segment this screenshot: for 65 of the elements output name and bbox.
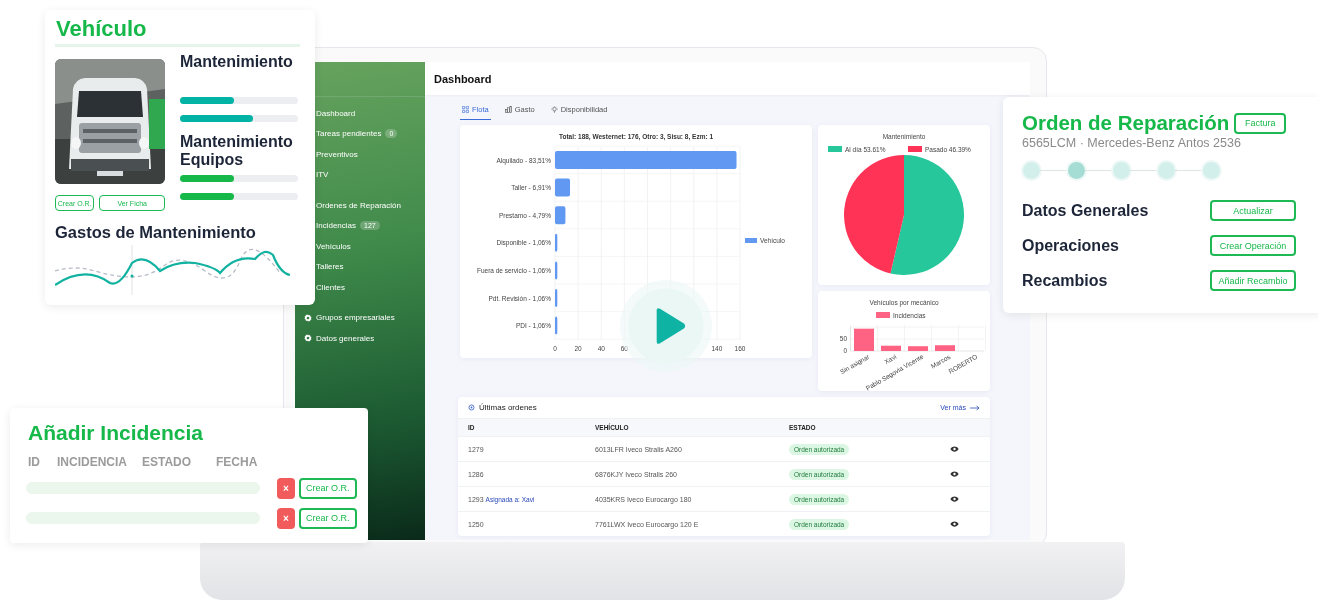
card-title: Vehículo <box>55 16 148 42</box>
sidebar-item[interactable]: Preventivos <box>316 149 358 159</box>
bar <box>555 233 558 252</box>
legend-swatch <box>876 312 890 318</box>
bar <box>881 345 901 351</box>
eye-icon[interactable] <box>950 446 959 452</box>
step-dot[interactable] <box>1023 162 1040 179</box>
bar <box>555 206 566 225</box>
step-dot[interactable] <box>1068 162 1085 179</box>
column-header: FECHA <box>216 455 258 469</box>
column-header: ESTADO <box>142 455 193 469</box>
eye-icon[interactable] <box>950 471 959 477</box>
legend-swatch <box>828 146 842 152</box>
bar <box>555 261 558 280</box>
lightbulb-icon <box>550 105 558 113</box>
legend-swatch <box>745 238 757 243</box>
outline-button[interactable]: Actualizar <box>1210 200 1296 221</box>
table-title: Últimas ordenes <box>479 403 538 412</box>
column-header: ID <box>28 455 41 469</box>
sidebar-item[interactable]: Ordenes de Reparación <box>316 200 401 210</box>
card-title: Orden de Reparación <box>1022 111 1230 135</box>
section-heading: Datos Generales <box>1022 201 1149 220</box>
sidebar-item[interactable]: Dashboard <box>316 108 356 118</box>
settings-icon <box>468 404 475 411</box>
grid-icon <box>462 105 469 113</box>
sidebar-item[interactable]: Talleres <box>316 262 344 272</box>
column-header: INCIDENCIA <box>57 455 128 469</box>
settings-icon <box>304 334 312 343</box>
section-heading: Operaciones <box>1022 236 1119 255</box>
bar <box>555 316 558 335</box>
step-dot[interactable] <box>1113 162 1130 179</box>
bar <box>908 346 928 351</box>
page-title: Dashboard <box>434 72 492 85</box>
bar <box>935 345 955 351</box>
legend-swatch <box>908 146 922 152</box>
sidebar-item[interactable]: Incidencias <box>316 221 357 231</box>
step-dot[interactable] <box>1203 162 1220 179</box>
bar <box>555 289 558 307</box>
sidebar-item[interactable]: Tareas pendientes <box>316 129 382 139</box>
step-dot[interactable] <box>1158 162 1175 179</box>
section-heading: Recambios <box>1022 271 1108 290</box>
section-heading: Mantenimiento <box>180 53 294 71</box>
delete-button[interactable]: × <box>277 507 295 529</box>
outline-button[interactable]: Crear O.R. <box>299 507 357 529</box>
sidebar-item[interactable]: Clientes <box>316 282 345 292</box>
sidebar-item[interactable]: Datos generales <box>316 333 375 343</box>
card-title: Añadir Incidencia <box>28 420 205 446</box>
card-subtitle: 6565LCM · Mercedes-Benz Antos 2536 <box>1022 136 1242 150</box>
bar <box>854 328 874 351</box>
outline-button[interactable]: Crear Operación <box>1210 235 1296 256</box>
section-heading: Gastos de Mantenimiento <box>55 223 257 242</box>
eye-icon[interactable] <box>950 496 959 502</box>
outline-button[interactable]: Factura <box>1234 112 1287 134</box>
bar <box>555 178 571 197</box>
eye-icon[interactable] <box>950 521 959 527</box>
sidebar-item[interactable]: Vehículos <box>316 241 351 251</box>
outline-button[interactable]: Añadir Recambio <box>1210 270 1296 291</box>
sidebar-item[interactable]: ITV <box>316 170 329 180</box>
delete-button[interactable]: × <box>277 477 295 499</box>
settings-icon <box>304 313 312 322</box>
arrow-icon <box>970 404 980 411</box>
outline-button[interactable]: Crear O.R. <box>299 477 357 499</box>
bar-chart-icon <box>504 105 512 113</box>
section-heading: Mantenimiento Equipos <box>180 133 294 169</box>
sidebar-item[interactable]: Grupos empresariales <box>316 313 395 323</box>
